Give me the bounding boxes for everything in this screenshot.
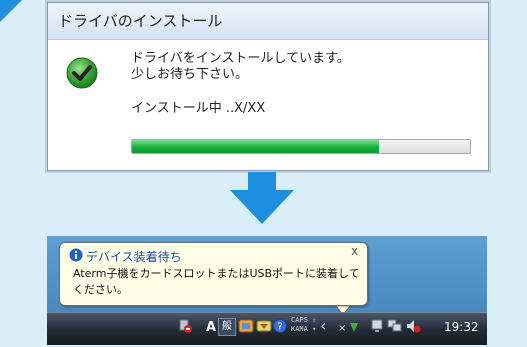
svg-text:?: ? [277,322,282,333]
svg-text:×: × [338,323,346,334]
message-line-2: 少しお待ち下さい。 [131,67,249,82]
wireless-status-icon[interactable]: × [336,320,364,334]
progress-label: インストール中 ..X/XX [131,101,266,116]
notification-title: デバイス装着待ち [86,250,182,264]
down-arrow-icon [230,172,294,224]
caps-arrow-icon: ⇧ [312,316,317,324]
caps-kana-indicator: CAPS ⇧ KANA ▾ [291,316,316,334]
show-hidden-icons-button[interactable]: ‹ [320,316,326,335]
clock[interactable]: 19:32 [444,320,479,334]
network-error-icon[interactable] [178,318,192,334]
check-circle-icon [66,57,98,89]
network-icon[interactable] [387,318,403,334]
caps-label: CAPS [291,316,308,324]
dialog-title: ドライバのインストール [48,3,488,40]
notification-text: Aterm子機をカードスロットまたはUSBポートに装着してください。 [73,267,360,296]
volume-icon[interactable] [405,318,421,334]
ime-tool-icon[interactable] [256,318,272,334]
help-icon[interactable]: ? [273,319,287,333]
message-line-1: ドライバをインストールしています。 [131,51,350,66]
progress-fill [132,140,379,153]
kana-arrow-icon: ▾ [312,325,317,333]
ime-pad-icon[interactable] [238,318,254,334]
close-icon[interactable]: x [351,244,358,258]
info-icon [69,248,83,262]
kana-label: KANA [291,325,308,333]
install-message: ドライバをインストールしています。 少しお待ち下さい。 [131,51,350,83]
progress-bar [131,139,471,154]
monitor-icon[interactable] [371,318,385,334]
ime-kanji-icon[interactable]: 般 [218,318,236,336]
ime-mode-label[interactable]: A [206,320,216,335]
corner-decoration [0,0,22,22]
